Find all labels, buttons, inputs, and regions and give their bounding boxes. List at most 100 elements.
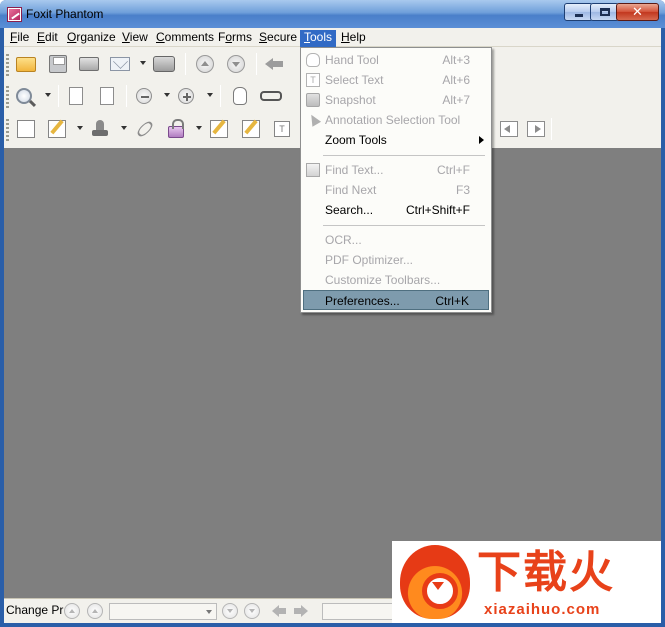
scanner-icon — [153, 56, 175, 72]
toolbar-separator — [551, 118, 552, 140]
zoom-in-icon — [178, 88, 194, 104]
tools-dropdown-menu: Hand Tool Alt+3 T Select Text Alt+6 Snap… — [300, 47, 492, 313]
menu-item-customize-toolbars[interactable]: Customize Toolbars... — [303, 270, 489, 290]
first-view-button[interactable] — [497, 117, 521, 141]
menu-item-select-text[interactable]: T Select Text Alt+6 — [303, 70, 489, 90]
hand-icon — [233, 87, 247, 105]
zoom-dropdown-arrow[interactable] — [45, 93, 51, 97]
menu-file[interactable]: File — [6, 30, 33, 47]
menu-separator — [323, 225, 485, 226]
next-view-button[interactable] — [524, 117, 548, 141]
email-button[interactable] — [108, 52, 132, 76]
pointer-arrow-icon — [306, 113, 320, 127]
menu-help[interactable]: Help — [337, 30, 370, 47]
maximize-icon — [600, 8, 610, 16]
hand-tool-button[interactable] — [228, 84, 252, 108]
foxit-app-icon[interactable] — [7, 7, 22, 22]
window-title: Foxit Phantom — [26, 7, 104, 21]
watermark-logo: 下载火 xiazaihuo.com — [392, 541, 661, 623]
save-button[interactable] — [46, 52, 70, 76]
zoom-level-field[interactable] — [322, 603, 394, 620]
scan-button[interactable] — [152, 52, 176, 76]
email-dropdown-arrow[interactable] — [140, 61, 146, 65]
open-button[interactable] — [14, 52, 38, 76]
save-disk-icon — [49, 55, 67, 73]
menu-edit[interactable]: Edit — [33, 30, 62, 47]
menu-tools[interactable]: Tools — [300, 30, 337, 47]
previous-view-icon — [500, 121, 518, 137]
menu-item-find-next[interactable]: Find Next F3 — [303, 180, 489, 200]
camera-icon — [306, 93, 320, 107]
status-prev-page-button[interactable] — [87, 603, 103, 619]
menu-separator — [323, 155, 485, 156]
zoom-in-button[interactable] — [174, 84, 198, 108]
menu-item-pdf-optimizer[interactable]: PDF Optimizer... — [303, 250, 489, 270]
status-back-arrow-icon[interactable] — [272, 605, 286, 617]
page-number-field[interactable] — [109, 603, 217, 620]
secure-dropdown-arrow[interactable] — [196, 126, 202, 130]
flame-logo-icon — [400, 545, 470, 619]
stamp-tool-button[interactable] — [88, 117, 112, 141]
title-bar[interactable]: Foxit Phantom ✕ — [0, 0, 665, 28]
status-first-page-button[interactable] — [64, 603, 80, 619]
toolbar-grip[interactable] — [6, 86, 9, 108]
envelope-icon — [110, 57, 130, 71]
minimize-button[interactable] — [564, 3, 593, 21]
maximize-button[interactable] — [590, 3, 619, 21]
menu-item-find-text[interactable]: Find Text... Ctrl+F — [303, 160, 489, 180]
status-last-page-button[interactable] — [244, 603, 260, 619]
zoom-button[interactable] — [12, 84, 36, 108]
menu-item-hand-tool[interactable]: Hand Tool Alt+3 — [303, 50, 489, 70]
menu-item-preferences[interactable]: Preferences... Ctrl+K — [303, 290, 489, 310]
zoom-out-button[interactable] — [132, 84, 156, 108]
status-next-page-button[interactable] — [222, 603, 238, 619]
menu-forms[interactable]: Forms — [214, 30, 256, 47]
hand-icon — [306, 53, 320, 67]
close-icon: ✕ — [632, 5, 643, 20]
zoom-out-icon — [136, 88, 152, 104]
text-select-icon: T — [306, 73, 320, 87]
toolbar-separator — [126, 85, 127, 107]
menu-organize[interactable]: Organize — [63, 30, 120, 47]
annotate-button[interactable] — [239, 117, 263, 141]
annotate-icon — [242, 120, 260, 138]
app-window: Foxit Phantom ✕ File Edit Organize View … — [0, 0, 665, 627]
find-icon — [306, 163, 320, 177]
toolbar-grip[interactable] — [6, 54, 9, 76]
status-forward-arrow-icon[interactable] — [294, 605, 308, 617]
back-arrow-icon — [265, 58, 283, 70]
fit-width-button[interactable] — [95, 84, 119, 108]
toolbar-grip[interactable] — [6, 119, 9, 141]
close-button[interactable]: ✕ — [616, 3, 659, 21]
pencil-dropdown-arrow[interactable] — [77, 126, 83, 130]
fit-width-icon — [100, 87, 114, 105]
rectangle-tool-button[interactable] — [14, 117, 38, 141]
menu-item-ocr[interactable]: OCR... — [303, 230, 489, 250]
toolbar-separator — [220, 85, 221, 107]
print-button[interactable] — [77, 52, 101, 76]
menu-item-snapshot[interactable]: Snapshot Alt+7 — [303, 90, 489, 110]
zoom-out-dropdown-arrow[interactable] — [164, 93, 170, 97]
menu-secure[interactable]: Secure — [255, 30, 301, 47]
typewriter-button[interactable]: T — [270, 117, 294, 141]
menu-view[interactable]: View — [118, 30, 152, 47]
zoom-in-dropdown-arrow[interactable] — [207, 93, 213, 97]
back-button[interactable] — [262, 52, 286, 76]
fit-page-icon — [69, 87, 83, 105]
secure-button[interactable] — [164, 117, 188, 141]
fit-page-button[interactable] — [64, 84, 88, 108]
menu-item-annotation-selection-tool[interactable]: Annotation Selection Tool — [303, 110, 489, 130]
menu-comments[interactable]: Comments — [152, 30, 218, 47]
menu-item-zoom-tools[interactable]: Zoom Tools — [303, 130, 489, 150]
menu-item-search[interactable]: Search... Ctrl+Shift+F — [303, 200, 489, 220]
down-arrow-icon — [227, 55, 245, 73]
previous-page-button[interactable] — [193, 52, 217, 76]
attach-file-button[interactable] — [133, 117, 157, 141]
next-page-button[interactable] — [224, 52, 248, 76]
pencil-tool-button[interactable] — [45, 117, 69, 141]
reading-mode-button[interactable] — [259, 84, 283, 108]
edit-page-button[interactable] — [207, 117, 231, 141]
paperclip-icon — [135, 119, 155, 139]
printer-icon — [79, 57, 99, 71]
stamp-dropdown-arrow[interactable] — [121, 126, 127, 130]
